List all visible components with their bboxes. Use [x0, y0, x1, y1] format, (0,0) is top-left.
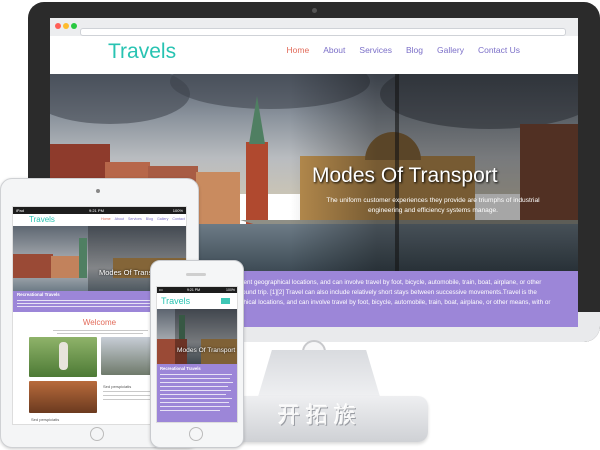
phone-logo[interactable]: Travels	[161, 296, 190, 306]
text-line	[160, 390, 231, 392]
text-line	[57, 333, 143, 334]
building-shape	[51, 256, 81, 278]
intro-line: phical locations, and can involve travel…	[240, 299, 551, 306]
intro-line: round trip. [1][2] Travel can also inclu…	[240, 289, 537, 296]
tablet-nav-services[interactable]: Services	[128, 217, 142, 221]
nav-blog[interactable]: Blog	[406, 45, 423, 55]
close-window-icon[interactable]	[55, 23, 61, 29]
text-line	[160, 386, 228, 388]
nav-contact[interactable]: Contact Us	[478, 45, 520, 55]
text-line	[160, 398, 232, 400]
status-battery: 100%	[172, 208, 183, 213]
building-shape	[196, 172, 240, 224]
tablet-nav-home[interactable]: Home	[101, 217, 111, 221]
text-line	[160, 406, 230, 408]
phone-hero: Modes Of Transport	[157, 309, 237, 364]
hero-subtitle: The uniform customer experiences they pr…	[326, 197, 540, 214]
phone-speaker-icon	[186, 273, 206, 276]
text-line	[160, 402, 229, 404]
status-carrier: iPad	[16, 208, 25, 213]
site-logo[interactable]: Travels	[108, 40, 176, 64]
status-signal: •••	[159, 288, 163, 292]
photo-caption: Sed perspiciatis	[31, 417, 60, 422]
nav-gallery[interactable]: Gallery	[437, 45, 464, 55]
phone-hero-overlay	[175, 309, 237, 364]
status-time: 9:21 PM	[89, 208, 104, 213]
photo-van[interactable]	[29, 381, 97, 413]
photo-caption: Sed perspiciatis	[103, 384, 132, 389]
text-line	[160, 374, 232, 376]
phone-status-bar: ••• 9:21 PM 100%	[157, 287, 237, 293]
webcam-icon	[312, 8, 317, 13]
text-line	[160, 378, 230, 380]
tablet-nav: Home About Services Blog Gallery Contact	[101, 217, 185, 221]
watermark-text: 开拓族	[277, 404, 362, 429]
phone-intro-panel	[157, 364, 237, 422]
nav-about[interactable]: About	[323, 45, 345, 55]
text-line	[160, 382, 233, 384]
tablet-camera-icon	[96, 189, 100, 193]
menu-toggle-icon[interactable]	[221, 298, 230, 304]
tablet-status-bar: iPad 9:21 PM 100%	[13, 207, 186, 214]
hero-title: Modes Of Transport	[312, 164, 498, 187]
tablet-section-heading: Recreational Travels	[17, 292, 60, 297]
minimize-window-icon[interactable]	[63, 23, 69, 29]
status-time: 9:21 PM	[187, 288, 201, 292]
tablet-nav-contact[interactable]: Contact	[172, 217, 184, 221]
tablet-logo[interactable]: Travels	[29, 215, 55, 224]
text-line	[160, 394, 226, 396]
tower-shape	[79, 238, 87, 278]
status-battery: 100%	[226, 288, 235, 292]
intro-line: dent geographical locations, and can inv…	[240, 279, 542, 286]
tablet-nav-gallery[interactable]: Gallery	[157, 217, 168, 221]
address-bar[interactable]	[80, 28, 566, 36]
tablet-home-button-icon	[90, 427, 104, 441]
nav-home[interactable]: Home	[287, 45, 310, 55]
tablet-nav-blog[interactable]: Blog	[146, 217, 153, 221]
building-shape	[13, 254, 53, 278]
person-shape	[59, 342, 68, 370]
monitor-stand	[257, 350, 381, 400]
phone-hero-title: Modes Of Transport	[177, 347, 236, 354]
text-line	[53, 330, 148, 331]
maximize-window-icon[interactable]	[71, 23, 77, 29]
phone-screen: ••• 9:21 PM 100% Travels Modes Of Transp…	[156, 286, 238, 423]
phone-section-heading: Recreational Travels	[160, 366, 201, 371]
main-nav: Home About Services Blog Gallery Contact…	[287, 45, 521, 55]
intro-text: dent geographical locations, and can inv…	[240, 278, 572, 308]
browser-chrome	[50, 18, 578, 37]
nav-services[interactable]: Services	[359, 45, 392, 55]
text-line	[160, 410, 220, 412]
tablet-nav-about[interactable]: About	[115, 217, 124, 221]
phone-home-button-icon	[189, 427, 203, 441]
text-line	[17, 306, 167, 308]
tower-shape	[246, 142, 268, 224]
